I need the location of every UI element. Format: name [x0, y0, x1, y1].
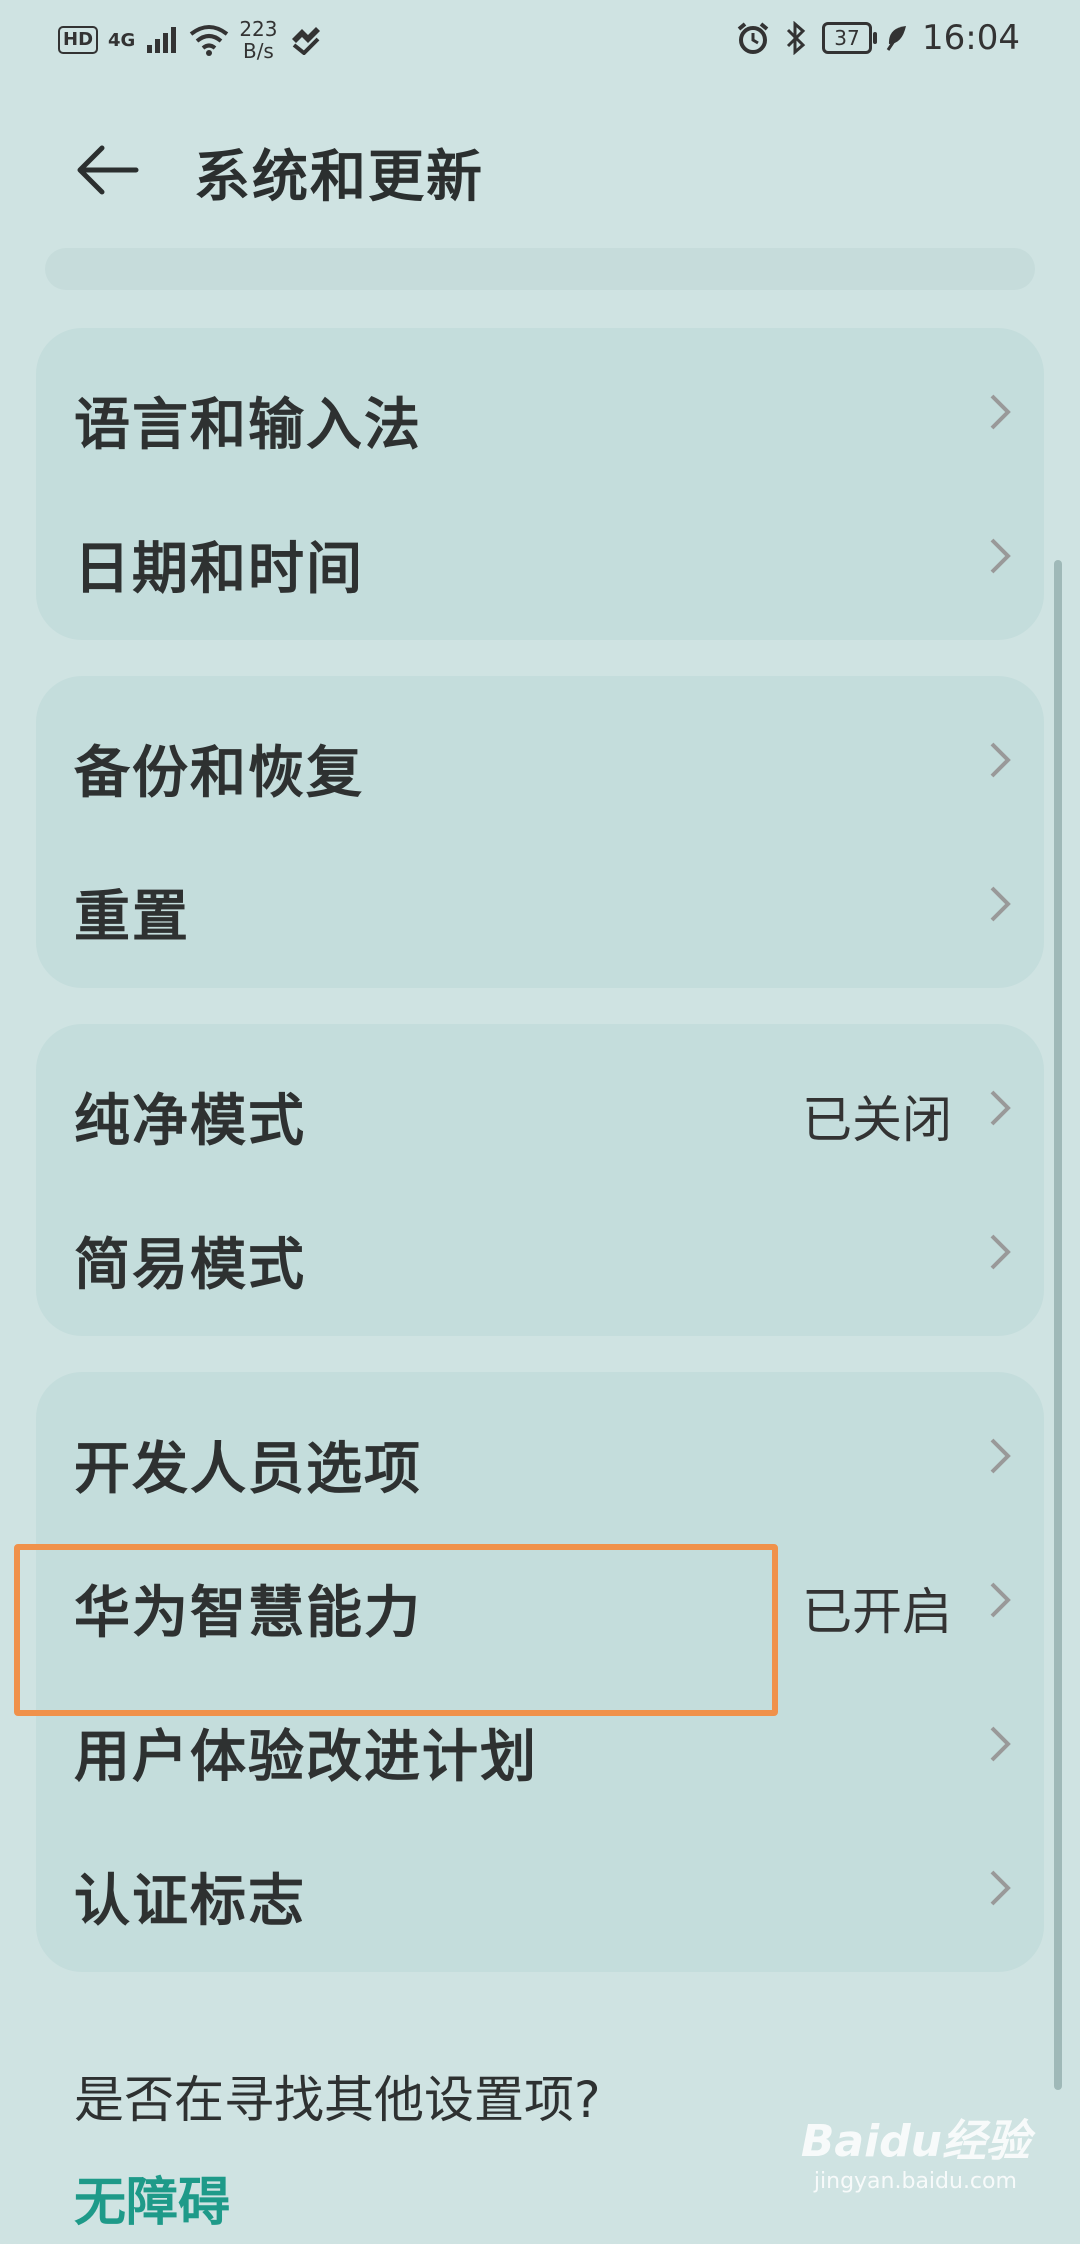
- settings-item-label: 语言和输入法: [74, 393, 422, 458]
- signal-icon: [147, 27, 177, 53]
- wifi-icon: [190, 25, 229, 56]
- alarm-icon: [737, 22, 769, 54]
- chevron-right-icon: [990, 1726, 1011, 1762]
- speed-value: 223: [239, 17, 278, 41]
- settings-item-label: 开发人员选项: [74, 1437, 422, 1502]
- settings-item-label: 简易模式: [74, 1233, 306, 1298]
- back-arrow-icon[interactable]: [76, 138, 140, 202]
- settings-item-label: 华为智慧能力: [74, 1581, 422, 1646]
- settings-item-huawei-smart[interactable]: 华为智慧能力 已开启: [36, 1528, 1044, 1672]
- scrollbar[interactable]: [1054, 560, 1062, 2090]
- settings-item-backup-restore[interactable]: 备份和恢复: [36, 688, 1044, 832]
- settings-item-label: 重置: [74, 885, 190, 950]
- bluetooth-icon: [786, 21, 806, 55]
- settings-item-label: 纯净模式: [74, 1089, 306, 1154]
- settings-item-language-input[interactable]: 语言和输入法: [36, 340, 1044, 484]
- settings-item-reset[interactable]: 重置: [36, 832, 1044, 976]
- settings-item-label: 认证标志: [74, 1869, 306, 1934]
- settings-group-1: 语言和输入法 日期和时间: [36, 328, 1044, 640]
- suggestion-question: 是否在寻找其他设置项?: [74, 2071, 601, 2129]
- chevron-right-icon: [990, 538, 1011, 574]
- settings-item-date-time[interactable]: 日期和时间: [36, 484, 1044, 628]
- battery-icon: 37: [822, 22, 878, 54]
- chevron-right-icon: [990, 742, 1011, 778]
- chevron-right-icon: [990, 886, 1011, 922]
- watermark-main: Baidu经验: [800, 2116, 1030, 2167]
- settings-item-pure-mode[interactable]: 纯净模式 已关闭: [36, 1036, 1044, 1180]
- status-left: HD 4G 223 B/s: [58, 18, 322, 62]
- settings-item-simple-mode[interactable]: 简易模式: [36, 1180, 1044, 1324]
- settings-item-label: 日期和时间: [74, 537, 364, 602]
- baidu-watermark: Baidu经验 jingyan.baidu.com: [801, 2105, 1030, 2194]
- settings-item-certification[interactable]: 认证标志: [36, 1816, 1044, 1960]
- speed-unit: B/s: [242, 39, 274, 63]
- watermark-sub: jingyan.baidu.com: [813, 2169, 1017, 2194]
- leaf-icon: [886, 26, 907, 51]
- settings-group-4: 开发人员选项 华为智慧能力 已开启 用户体验改进计划 认证标志: [36, 1372, 1044, 1972]
- settings-group-2: 备份和恢复 重置: [36, 676, 1044, 988]
- hotspot-icon: [291, 27, 320, 55]
- status-bar: HD 4G 223 B/s 37 16:04: [0, 0, 1080, 80]
- chevron-right-icon: [990, 394, 1011, 430]
- settings-item-developer-options[interactable]: 开发人员选项: [36, 1384, 1044, 1528]
- chevron-right-icon: [990, 1234, 1011, 1270]
- chevron-right-icon: [990, 1870, 1011, 1906]
- chevron-right-icon: [990, 1438, 1011, 1474]
- collapsed-card-edge: [45, 248, 1035, 290]
- settings-item-status: 已开启: [802, 1583, 952, 1641]
- network-speed: 223 B/s: [239, 18, 277, 62]
- settings-group-3: 纯净模式 已关闭 简易模式: [36, 1024, 1044, 1336]
- page-title: 系统和更新: [194, 145, 484, 210]
- settings-item-label: 用户体验改进计划: [74, 1725, 538, 1790]
- app-header: 系统和更新: [0, 110, 1080, 230]
- status-right: 37 16:04: [736, 18, 1020, 58]
- accessibility-link[interactable]: 无障碍: [74, 2160, 230, 2235]
- hd-badge: HD: [58, 26, 99, 54]
- network-type: 4G: [108, 29, 136, 51]
- settings-item-user-experience[interactable]: 用户体验改进计划: [36, 1672, 1044, 1816]
- clock: 16:04: [922, 18, 1020, 58]
- chevron-right-icon: [990, 1582, 1011, 1618]
- settings-item-label: 备份和恢复: [74, 741, 364, 806]
- settings-item-status: 已关闭: [802, 1091, 952, 1149]
- chevron-right-icon: [990, 1090, 1011, 1126]
